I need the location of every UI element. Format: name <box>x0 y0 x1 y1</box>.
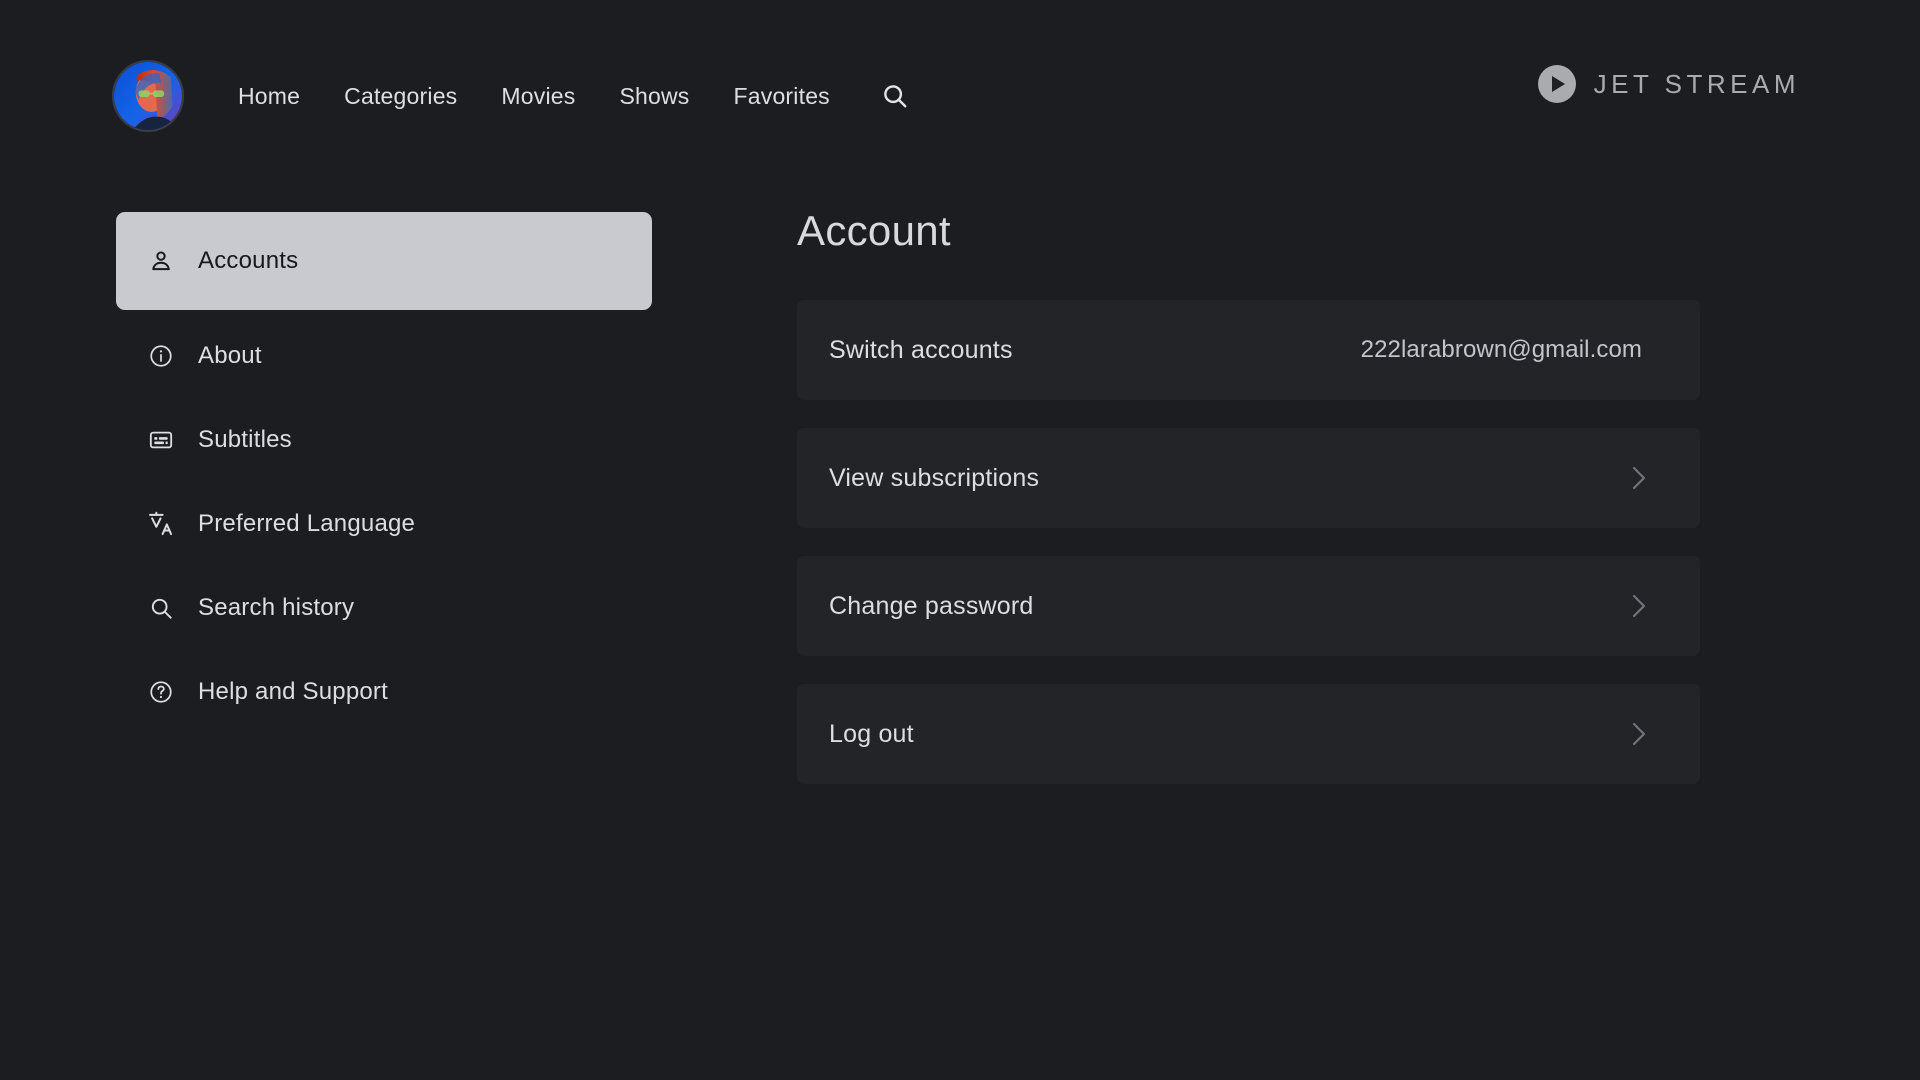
row-label: Log out <box>829 719 914 748</box>
sidebar-item-preferred-language[interactable]: Preferred Language <box>116 486 652 562</box>
nav-link-movies[interactable]: Movies <box>479 79 597 114</box>
chevron-right-icon <box>1626 461 1652 495</box>
nav-link-home[interactable]: Home <box>224 79 322 114</box>
account-panel: Account Switch accounts 222larabrown@gma… <box>797 210 1700 812</box>
row-change-password[interactable]: Change password <box>797 556 1700 656</box>
user-avatar[interactable] <box>112 60 184 132</box>
nav-links: Home Categories Movies Shows Favorites <box>224 79 912 114</box>
sidebar-item-search-history[interactable]: Search history <box>116 570 652 646</box>
brand-logo[interactable]: JET STREAM <box>1537 62 1800 106</box>
row-view-subscriptions[interactable]: View subscriptions <box>797 428 1700 528</box>
question-circle-icon <box>146 677 176 707</box>
row-label: View subscriptions <box>829 463 1040 492</box>
sidebar-item-label: Search history <box>198 594 355 621</box>
info-circle-icon <box>146 341 176 371</box>
sidebar-item-accounts[interactable]: Accounts <box>116 212 652 310</box>
row-label: Switch accounts <box>829 335 1013 364</box>
brand-name: JET STREAM <box>1593 68 1800 99</box>
nav-link-shows[interactable]: Shows <box>597 79 711 114</box>
search-icon <box>146 593 176 623</box>
app-root: Home Categories Movies Shows Favorites J… <box>0 0 1920 1080</box>
settings-sidebar: Accounts About Subtitles Preferred Langu… <box>116 212 652 730</box>
person-icon <box>146 246 176 276</box>
row-switch-accounts[interactable]: Switch accounts 222larabrown@gmail.com <box>797 300 1700 400</box>
account-email-value: 222larabrown@gmail.com <box>1360 336 1642 363</box>
nav-left-group: Home Categories Movies Shows Favorites <box>112 56 912 136</box>
sidebar-item-label: Accounts <box>198 247 299 274</box>
translate-icon <box>146 509 176 539</box>
row-label: Change password <box>829 591 1034 620</box>
sidebar-item-label: Help and Support <box>198 678 388 705</box>
sidebar-item-label: About <box>198 342 262 369</box>
top-navigation-bar: Home Categories Movies Shows Favorites J… <box>0 0 1920 160</box>
sidebar-item-subtitles[interactable]: Subtitles <box>116 402 652 478</box>
sidebar-item-label: Preferred Language <box>198 510 416 537</box>
page-title: Account <box>797 207 951 254</box>
closed-caption-icon <box>146 425 176 455</box>
chevron-right-icon <box>1626 589 1652 623</box>
nav-link-categories[interactable]: Categories <box>322 79 479 114</box>
search-icon[interactable] <box>878 79 912 113</box>
sidebar-item-help-and-support[interactable]: Help and Support <box>116 654 652 730</box>
chevron-right-icon <box>1626 717 1652 751</box>
play-circle-icon <box>1537 65 1576 103</box>
sidebar-item-label: Subtitles <box>198 426 292 453</box>
nav-link-favorites[interactable]: Favorites <box>712 79 852 114</box>
row-log-out[interactable]: Log out <box>797 684 1700 784</box>
sidebar-item-about[interactable]: About <box>116 318 652 394</box>
